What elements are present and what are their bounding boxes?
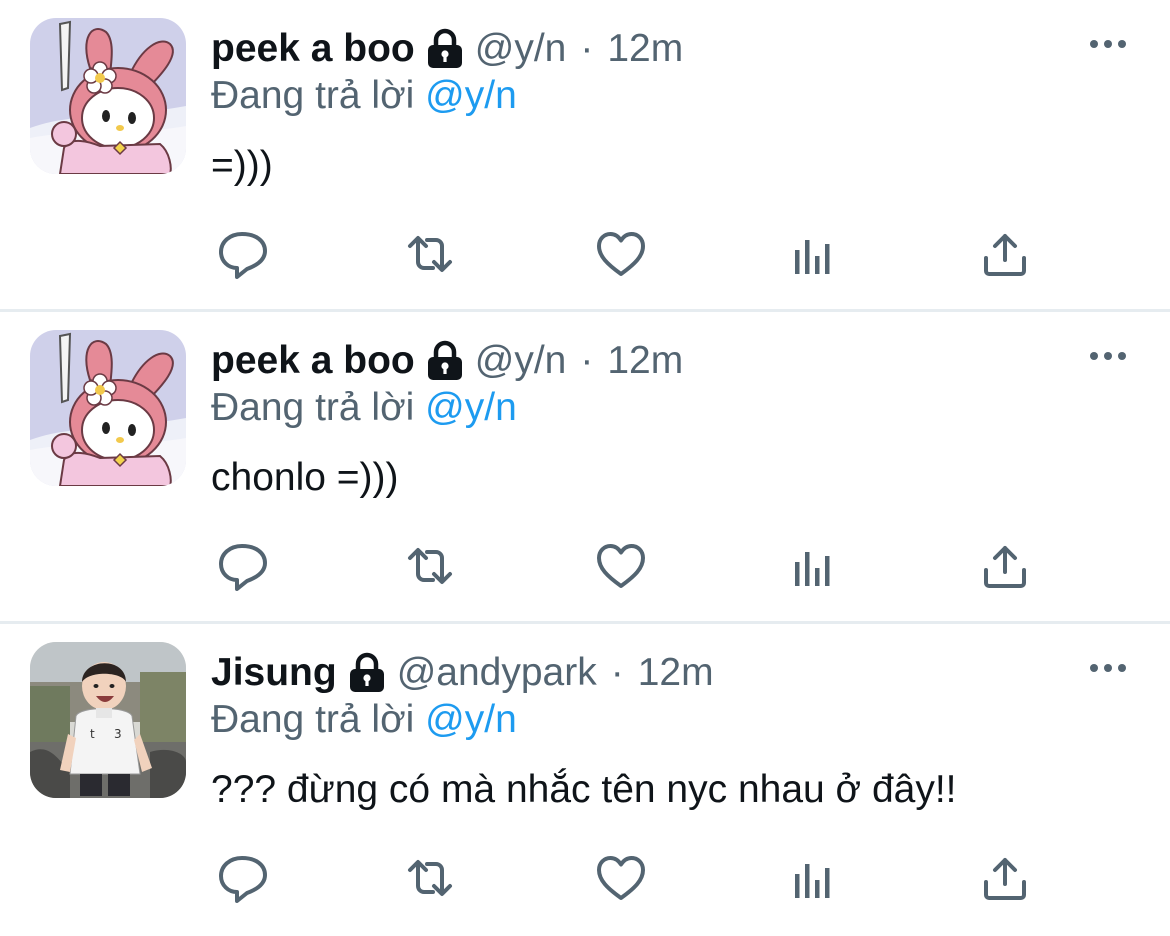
- reply-context: Đang trả lời @y/n: [211, 386, 517, 430]
- heart-icon[interactable]: [593, 226, 649, 282]
- more-icon[interactable]: [1086, 340, 1130, 372]
- action-bar: [210, 226, 1060, 286]
- avatar[interactable]: [30, 18, 186, 174]
- tweet-text: chonlo =))): [211, 456, 399, 499]
- timestamp[interactable]: 12m: [607, 339, 683, 383]
- share-icon[interactable]: [977, 226, 1033, 282]
- retweet-icon[interactable]: [402, 850, 458, 906]
- analytics-icon[interactable]: [785, 226, 841, 282]
- tweet[interactable]: Jisung @andypark · 12m Đang trả lời @y/n…: [0, 624, 1170, 936]
- separator: ·: [610, 651, 624, 694]
- tweet-text: =))): [211, 144, 273, 187]
- tweet[interactable]: peek a boo @y/n · 12m Đang trả lời @y/n …: [0, 0, 1170, 312]
- reply-prefix: Đang trả lời: [211, 74, 415, 117]
- tweet-header: Jisung @andypark · 12m: [211, 648, 1080, 698]
- reply-icon[interactable]: [215, 226, 271, 282]
- retweet-icon[interactable]: [402, 226, 458, 282]
- more-icon[interactable]: [1086, 28, 1130, 60]
- lock-icon: [425, 28, 465, 70]
- tweet-header: peek a boo @y/n · 12m: [211, 24, 1080, 74]
- display-name[interactable]: peek a boo: [211, 27, 415, 71]
- display-name[interactable]: peek a boo: [211, 339, 415, 383]
- user-handle[interactable]: @y/n: [475, 27, 567, 71]
- share-icon[interactable]: [977, 538, 1033, 594]
- action-bar: [210, 538, 1060, 598]
- lock-icon: [425, 340, 465, 382]
- reply-prefix: Đang trả lời: [211, 386, 415, 429]
- heart-icon[interactable]: [593, 850, 649, 906]
- display-name[interactable]: Jisung: [211, 651, 337, 695]
- retweet-icon[interactable]: [402, 538, 458, 594]
- reply-prefix: Đang trả lời: [211, 698, 415, 741]
- share-icon[interactable]: [977, 850, 1033, 906]
- user-handle[interactable]: @andypark: [397, 651, 597, 695]
- lock-icon: [347, 652, 387, 694]
- reply-mention[interactable]: @y/n: [425, 698, 517, 741]
- reply-icon[interactable]: [215, 538, 271, 594]
- timestamp[interactable]: 12m: [638, 651, 714, 695]
- avatar[interactable]: [30, 642, 186, 798]
- reply-mention[interactable]: @y/n: [425, 74, 517, 117]
- tweet-text: ??? đừng có mà nhắc tên nyc nhau ở đây!!: [211, 768, 957, 811]
- avatar[interactable]: [30, 330, 186, 486]
- separator: ·: [580, 339, 594, 382]
- action-bar: [210, 850, 1060, 910]
- tweet-header: peek a boo @y/n · 12m: [211, 336, 1080, 386]
- analytics-icon[interactable]: [785, 538, 841, 594]
- reply-context: Đang trả lời @y/n: [211, 698, 517, 742]
- reply-context: Đang trả lời @y/n: [211, 74, 517, 118]
- user-handle[interactable]: @y/n: [475, 339, 567, 383]
- separator: ·: [580, 27, 594, 70]
- heart-icon[interactable]: [593, 538, 649, 594]
- timestamp[interactable]: 12m: [607, 27, 683, 71]
- reply-icon[interactable]: [215, 850, 271, 906]
- tweet[interactable]: peek a boo @y/n · 12m Đang trả lời @y/n …: [0, 312, 1170, 624]
- analytics-icon[interactable]: [785, 850, 841, 906]
- more-icon[interactable]: [1086, 652, 1130, 684]
- reply-mention[interactable]: @y/n: [425, 386, 517, 429]
